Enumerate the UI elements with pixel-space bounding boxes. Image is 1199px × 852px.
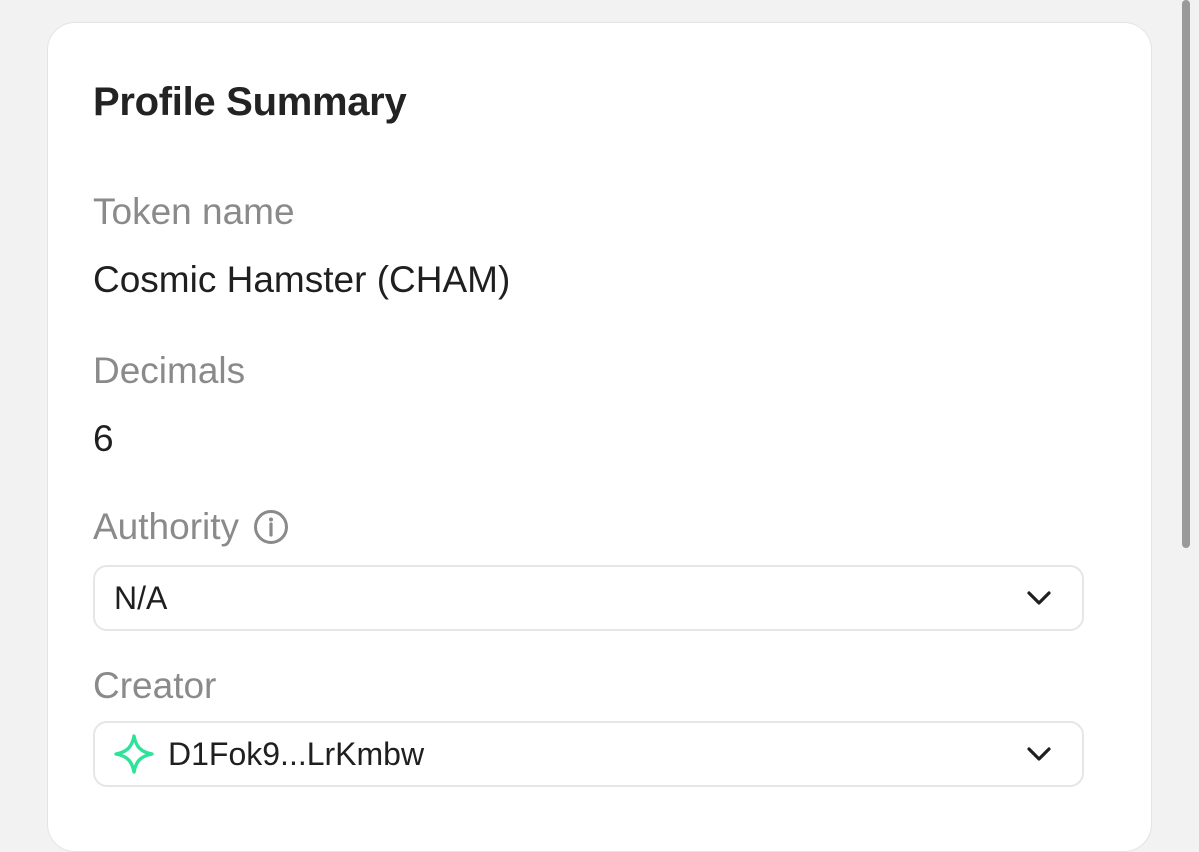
authority-label: Authority [93,506,240,547]
scrollbar[interactable] [1182,0,1190,548]
token-name-label: Token name [93,191,295,232]
token-name-value: Cosmic Hamster (CHAM) [93,259,511,300]
chevron-down-icon [1024,583,1054,613]
page-title: Profile Summary [93,80,407,124]
info-circle-icon[interactable] [253,509,289,545]
decimals-label: Decimals [93,350,246,391]
decimals-value: 6 [93,418,114,459]
authority-select-value: N/A [114,579,168,616]
chevron-down-icon [1024,739,1054,769]
creator-label: Creator [93,665,217,706]
creator-select-value: D1Fok9...LrKmbw [168,735,425,772]
creator-select[interactable]: D1Fok9...LrKmbw [93,721,1084,787]
authority-select[interactable]: N/A [93,565,1084,631]
sparkle-icon [113,733,155,775]
authority-label-row: Authority [93,506,289,548]
